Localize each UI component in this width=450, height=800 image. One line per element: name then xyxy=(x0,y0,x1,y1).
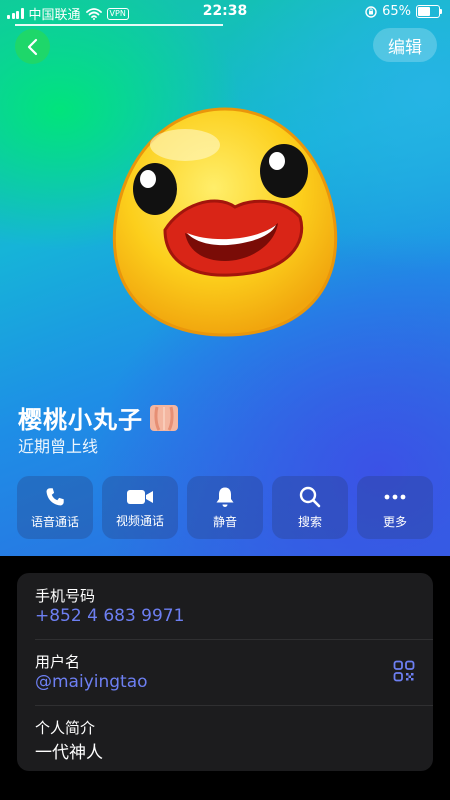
bell-icon xyxy=(216,487,234,507)
voice-call-label: 语音通话 xyxy=(30,514,79,529)
phone-icon xyxy=(46,487,64,505)
phone-title: 手机号码 xyxy=(35,587,96,605)
profile-name-row: 樱桃小丸子 xyxy=(18,400,179,435)
username-title: 用户名 xyxy=(35,653,81,671)
edit-button[interactable]: 编辑 xyxy=(373,28,437,62)
battery-fill xyxy=(418,7,430,16)
phone-number[interactable]: +852 4 683 9971 xyxy=(35,606,184,626)
last-seen-status: 近期曾上线 xyxy=(18,437,99,456)
orientation-lock-icon xyxy=(365,5,377,18)
more-button[interactable]: 更多 xyxy=(357,476,433,539)
back-button[interactable] xyxy=(15,29,50,64)
info-card: 手机号码 +852 4 683 9971 用户名 @maiyingtao 个人简… xyxy=(17,573,433,771)
mute-button[interactable]: 静音 xyxy=(187,476,263,539)
search-label: 搜索 xyxy=(297,514,322,529)
bio-value: 一代神人 xyxy=(35,743,103,763)
emoji-badge-icon xyxy=(150,404,178,431)
more-label: 更多 xyxy=(382,514,407,529)
video-call-label: 视频通话 xyxy=(115,513,164,528)
more-icon xyxy=(384,494,406,499)
status-bar: 中国联通 VPN 22:38 65% xyxy=(0,0,450,24)
phone-row[interactable]: 手机号码 +852 4 683 9971 xyxy=(17,573,433,639)
video-call-button[interactable]: 视频通话 xyxy=(102,476,178,539)
bio-row: 个人简介 一代神人 xyxy=(17,705,433,771)
action-buttons: 语音通话 视频通话 静音 搜索 更多 xyxy=(17,476,433,539)
video-camera-icon xyxy=(127,489,153,504)
loading-progress-bar xyxy=(15,24,223,26)
username-value[interactable]: @maiyingtao xyxy=(35,672,148,692)
mute-label: 静音 xyxy=(212,514,237,529)
profile-name: 樱桃小丸子 xyxy=(18,406,143,434)
search-icon xyxy=(299,486,321,507)
bio-title: 个人简介 xyxy=(35,719,96,737)
battery-icon xyxy=(416,5,442,18)
duck-avatar-image[interactable] xyxy=(110,105,340,340)
voice-call-button[interactable]: 语音通话 xyxy=(17,476,93,539)
status-bar-right: 65% xyxy=(365,4,442,19)
search-button[interactable]: 搜索 xyxy=(272,476,348,539)
chevron-left-icon xyxy=(27,38,37,55)
username-row[interactable]: 用户名 @maiyingtao xyxy=(17,639,433,705)
qr-code-icon[interactable] xyxy=(393,660,415,682)
battery-percent: 65% xyxy=(382,4,411,19)
